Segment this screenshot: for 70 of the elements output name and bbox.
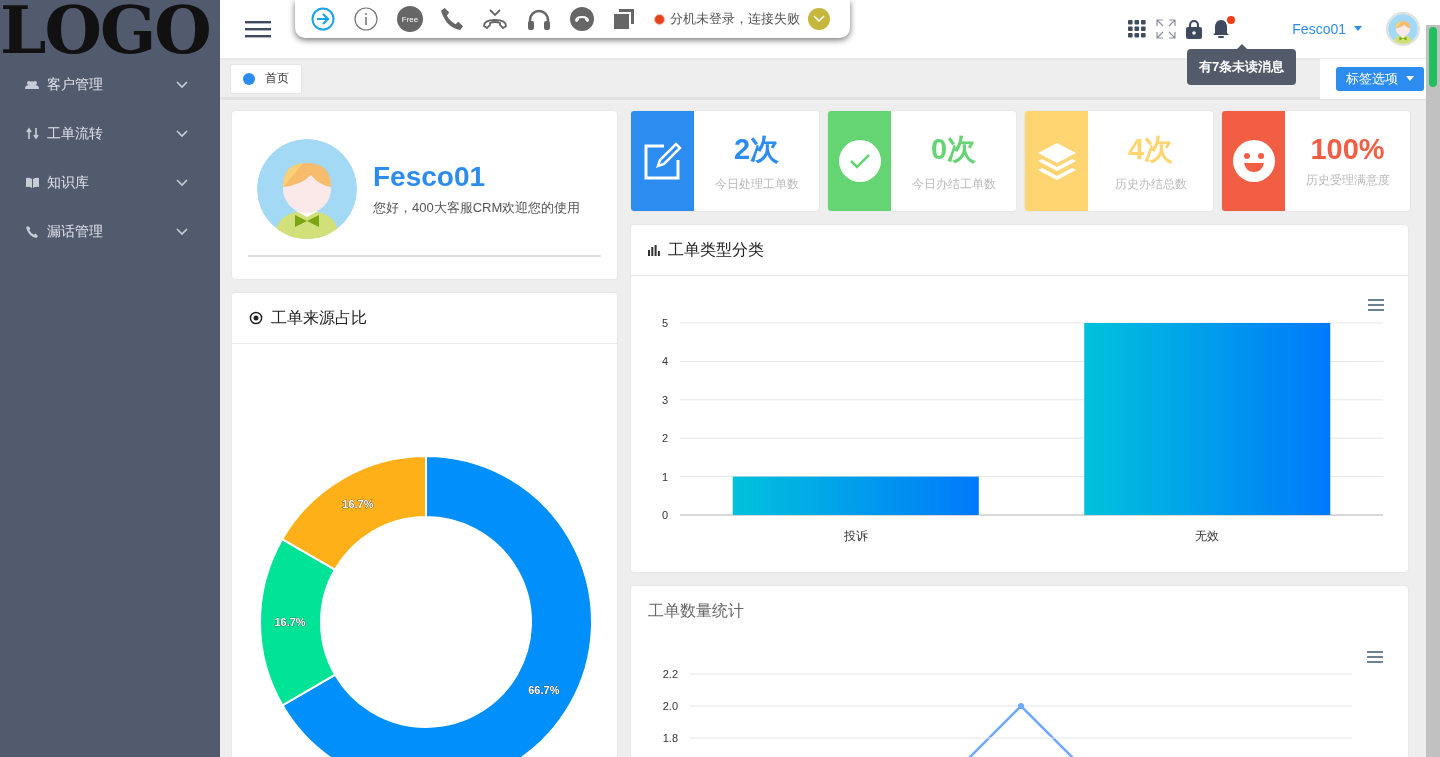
axis-tick-label: 4 <box>661 355 668 368</box>
welcome-text: 您好，400大客服CRM欢迎您的使用 <box>373 199 581 217</box>
menu-icon[interactable] <box>1367 651 1383 663</box>
axis-tick-label: 2.2 <box>662 668 678 680</box>
data-label: 16.7% <box>342 498 374 511</box>
layers-icon <box>1036 141 1077 181</box>
chevron-icon <box>813 15 825 23</box>
tab-options-dropdown[interactable]: 标签选项 <box>1336 66 1424 91</box>
scrollbar[interactable] <box>1426 25 1440 757</box>
chevron-icon <box>176 178 188 187</box>
panel-title: 工单数量统计 <box>648 602 744 619</box>
panel-title: 工单来源占比 <box>271 307 367 328</box>
sidebar-item[interactable]: 工单流转 <box>0 109 220 158</box>
axis-tick-label: 2.0 <box>662 700 678 712</box>
data-label: 66.7% <box>528 683 560 696</box>
smile-icon <box>1232 140 1275 182</box>
caret-icon <box>1354 25 1362 31</box>
edit-icon <box>643 142 682 180</box>
login-icon[interactable] <box>311 7 335 31</box>
copy-icon[interactable] <box>613 8 635 30</box>
fullscreen-icon[interactable] <box>1156 19 1177 39</box>
stat-value: 4次 <box>1127 131 1174 167</box>
stat-value: 100% <box>1310 133 1385 166</box>
profile-name: Fesco01 <box>373 161 487 193</box>
chevron-icon <box>176 129 188 138</box>
sidebar-item[interactable]: 知识库 <box>0 158 220 207</box>
check-icon <box>838 140 881 182</box>
phone-icon[interactable] <box>441 8 463 30</box>
bar-chart-icon <box>648 244 660 256</box>
lock-icon[interactable] <box>1186 19 1203 39</box>
connection-status: 分机未登录，连接失败 <box>670 10 800 28</box>
headset-icon[interactable] <box>527 8 551 30</box>
stat-value: 0次 <box>930 131 977 167</box>
stat-label: 历史受理满意度 <box>1305 172 1390 189</box>
logo: LOGO <box>0 0 211 60</box>
sidebar-item[interactable]: 漏话管理 <box>0 207 220 256</box>
axis-tick-label: 2 <box>661 432 668 445</box>
phone-icon <box>26 225 38 238</box>
info-icon[interactable] <box>354 7 378 31</box>
data-point <box>1018 703 1024 709</box>
axis-tick-label: 0 <box>661 509 668 521</box>
stat-value: 2次 <box>733 131 780 167</box>
user-menu[interactable]: Fesco01 <box>1292 21 1362 37</box>
axis-category-label: 投诉 <box>843 529 868 543</box>
stat-label: 今日办结工单数 <box>911 175 996 193</box>
panel-title: 工单类型分类 <box>668 239 764 260</box>
axis-tick-label: 1 <box>661 470 668 483</box>
hang-up-icon[interactable] <box>570 7 594 31</box>
axis-category-label: 无效 <box>1195 529 1220 543</box>
stat-label: 历史办结总数 <box>1114 175 1187 193</box>
user-avatar <box>1388 14 1418 44</box>
apps-grid-icon[interactable] <box>1128 20 1147 38</box>
menu-icon[interactable] <box>1368 299 1384 311</box>
axis-tick-label: 5 <box>661 317 668 329</box>
caret-icon <box>1406 76 1414 81</box>
target-icon <box>249 311 263 325</box>
axis-tick-label: 1.8 <box>662 732 678 744</box>
transfer-icon <box>25 127 39 140</box>
chevron-icon <box>176 80 188 89</box>
users-icon <box>25 79 39 90</box>
book-icon <box>25 177 39 188</box>
chevron-icon <box>176 227 188 236</box>
data-label: 16.7% <box>274 616 306 629</box>
notification-tooltip: 有7条未读消息 <box>1187 44 1297 85</box>
phone-transfer-icon[interactable] <box>482 8 508 30</box>
free-status-badge[interactable]: Free <box>397 6 423 32</box>
page-tab[interactable]: 首页 <box>230 63 302 94</box>
stat-label: 今日处理工单数 <box>714 175 799 193</box>
sidebar-item[interactable]: 客户管理 <box>0 60 220 109</box>
axis-tick-label: 3 <box>661 393 668 406</box>
